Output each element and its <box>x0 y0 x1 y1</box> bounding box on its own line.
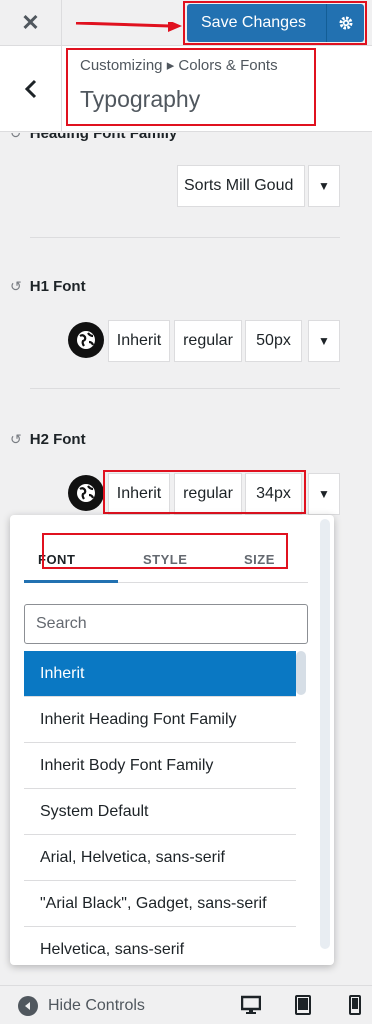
h1-font-label: ↺ H1 Font <box>10 278 86 295</box>
caret-down-icon: ▼ <box>318 334 330 348</box>
section-header: Customizing ▸ Colors & Fonts Typography <box>0 46 372 132</box>
heading-font-family-label: ↺ Heading Font Family <box>10 133 177 142</box>
tabs-highlight-box <box>42 533 288 569</box>
h1-font-family-select[interactable]: Inherit <box>108 320 170 362</box>
caret-down-icon: ▼ <box>318 487 330 501</box>
font-option[interactable]: Helvetica, sans-serif <box>24 927 296 973</box>
desktop-preview-icon[interactable] <box>241 995 261 1015</box>
h2-values-highlight-box <box>103 470 306 514</box>
caret-down-icon: ▼ <box>318 179 330 193</box>
mobile-preview-icon[interactable] <box>345 995 365 1015</box>
collapse-icon <box>18 995 38 1016</box>
customizer-footer: Hide Controls <box>0 985 372 1024</box>
font-option[interactable]: "Arial Black", Gadget, sans-serif <box>24 881 296 927</box>
customizer-header: ✕ Save Changes <box>0 0 372 46</box>
font-option[interactable]: Inherit <box>24 651 296 697</box>
font-option[interactable]: Arial, Helvetica, sans-serif <box>24 835 296 881</box>
active-tab-indicator <box>24 580 118 583</box>
font-option[interactable]: System Default <box>24 789 296 835</box>
back-button[interactable] <box>0 46 62 132</box>
undo-icon[interactable]: ↺ <box>10 278 22 295</box>
hide-controls-label: Hide Controls <box>48 996 145 1014</box>
close-button[interactable]: ✕ <box>0 0 62 46</box>
font-option[interactable]: Inherit Body Font Family <box>24 743 296 789</box>
font-search-input[interactable]: Search <box>24 604 308 644</box>
undo-icon[interactable]: ↺ <box>10 431 22 448</box>
heading-font-family-dropdown[interactable]: ▼ <box>308 165 340 207</box>
chevron-left-icon <box>24 79 36 99</box>
h1-font-dropdown[interactable]: ▼ <box>308 320 340 362</box>
font-picker-dropdown: FONT STYLE SIZE Search Inherit Inherit H… <box>10 515 334 965</box>
globe-icon[interactable] <box>68 322 104 358</box>
h2-font-dropdown[interactable]: ▼ <box>308 473 340 515</box>
undo-icon[interactable]: ↺ <box>10 133 22 142</box>
title-highlight-box <box>66 48 316 126</box>
annotation-arrow <box>75 22 182 32</box>
divider <box>30 388 340 389</box>
close-icon: ✕ <box>21 10 40 35</box>
h1-font-size-select[interactable]: 50px <box>245 320 302 362</box>
font-option[interactable]: Inherit Heading Font Family <box>24 697 296 743</box>
h1-font-style-select[interactable]: regular <box>174 320 242 362</box>
divider <box>30 237 340 238</box>
globe-icon[interactable] <box>68 475 104 511</box>
h2-font-label: ↺ H2 Font <box>10 431 86 448</box>
font-options-list: Inherit Inherit Heading Font Family Inhe… <box>24 651 296 973</box>
options-scrollbar[interactable] <box>296 651 306 695</box>
scrollbar[interactable] <box>320 519 330 949</box>
heading-font-family-select[interactable]: Sorts Mill Goud <box>177 165 305 207</box>
hide-controls-button[interactable]: Hide Controls <box>18 986 145 1024</box>
save-highlight-box <box>183 1 367 45</box>
tablet-preview-icon[interactable] <box>293 995 313 1015</box>
